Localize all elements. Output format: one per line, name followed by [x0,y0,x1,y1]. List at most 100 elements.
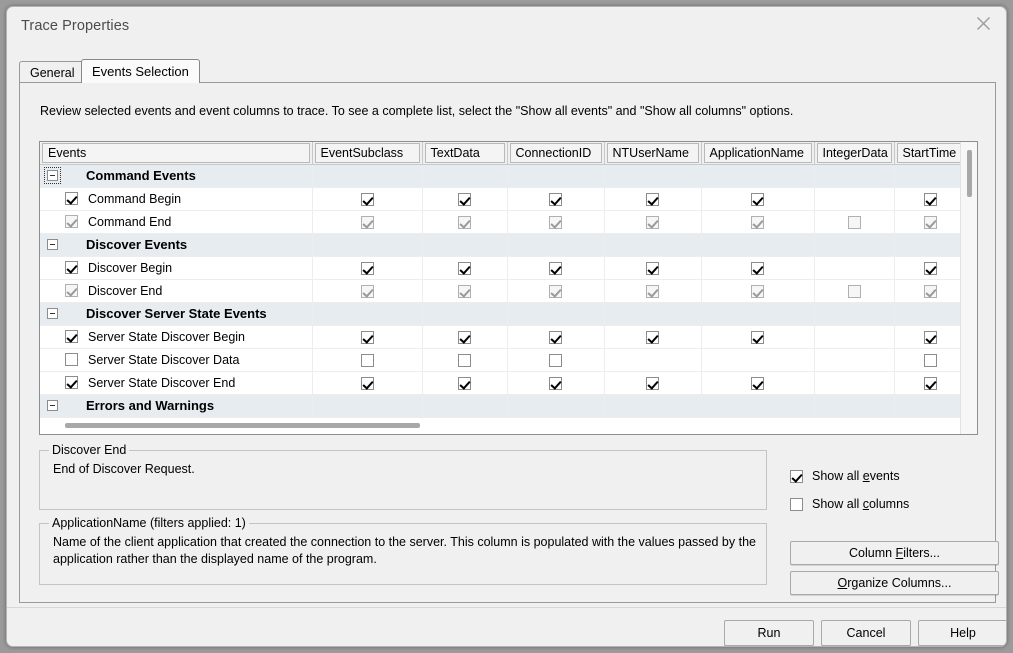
event-column-checkbox[interactable] [458,377,471,390]
event-column-checkbox[interactable] [751,285,764,298]
event-column-cell[interactable] [604,256,701,279]
grid-vertical-scroll-thumb[interactable] [967,150,972,197]
event-column-cell[interactable] [422,371,507,394]
event-name-cell[interactable]: Server State Discover End [40,371,312,394]
event-column-checkbox[interactable] [361,331,374,344]
event-row[interactable]: Discover End [40,279,978,302]
event-column-checkbox[interactable] [458,285,471,298]
event-row[interactable]: Server State Discover End [40,371,978,394]
event-column-checkbox[interactable] [549,331,562,344]
event-column-checkbox[interactable] [751,377,764,390]
event-column-cell[interactable] [422,279,507,302]
event-select-checkbox[interactable] [65,353,78,366]
event-column-checkbox[interactable] [924,354,937,367]
event-column-cell[interactable] [507,279,604,302]
col-header-starttime[interactable]: StartTime [894,142,966,164]
event-category-cell[interactable]: Discover Server State Events [40,302,312,325]
event-category-row[interactable]: Command Events [40,164,978,187]
event-column-checkbox[interactable] [924,331,937,344]
tab-events-selection[interactable]: Events Selection [81,59,200,83]
event-column-cell[interactable] [312,371,422,394]
event-column-checkbox[interactable] [924,377,937,390]
grid-vertical-scrollbar[interactable] [960,142,977,434]
event-category-row[interactable]: Discover Server State Events [40,302,978,325]
event-column-cell[interactable] [701,371,814,394]
event-column-cell[interactable] [507,256,604,279]
event-column-checkbox[interactable] [361,285,374,298]
event-column-cell[interactable] [894,187,966,210]
event-column-checkbox[interactable] [924,262,937,275]
col-header-eventsubclass[interactable]: EventSubclass [312,142,422,164]
grid-horizontal-scroll-thumb[interactable] [65,423,420,428]
event-column-cell[interactable] [312,279,422,302]
event-column-checkbox[interactable] [646,377,659,390]
event-column-checkbox[interactable] [361,262,374,275]
organize-columns-button[interactable]: Organize Columns... [790,571,999,595]
event-column-cell[interactable] [312,348,422,371]
event-select-checkbox[interactable] [65,215,78,228]
event-name-cell[interactable]: Server State Discover Begin [40,325,312,348]
event-column-checkbox[interactable] [549,193,562,206]
show-all-events-checkbox[interactable] [790,470,803,483]
event-column-checkbox[interactable] [458,193,471,206]
event-column-checkbox[interactable] [646,193,659,206]
event-column-checkbox[interactable] [646,216,659,229]
event-column-cell[interactable] [894,279,966,302]
event-select-checkbox[interactable] [65,376,78,389]
event-column-cell[interactable] [894,325,966,348]
event-row[interactable]: Command End [40,210,978,233]
event-column-cell[interactable] [422,210,507,233]
column-filters-button[interactable]: Column Filters... [790,541,999,565]
event-category-row[interactable]: Discover Events [40,233,978,256]
event-name-cell[interactable]: Discover End [40,279,312,302]
event-column-cell[interactable] [701,325,814,348]
event-column-cell[interactable] [814,210,894,233]
close-icon[interactable] [960,7,1006,39]
collapse-minus-icon[interactable] [47,400,58,411]
event-column-checkbox[interactable] [549,285,562,298]
event-column-cell[interactable] [894,371,966,394]
show-all-columns-checkbox[interactable] [790,498,803,511]
event-column-checkbox[interactable] [549,354,562,367]
collapse-minus-icon[interactable] [47,308,58,319]
event-column-cell[interactable] [507,325,604,348]
event-column-cell[interactable] [312,187,422,210]
event-column-cell[interactable] [894,256,966,279]
col-header-ntusername[interactable]: NTUserName [604,142,701,164]
event-column-checkbox[interactable] [646,331,659,344]
event-row[interactable]: Server State Discover Data [40,348,978,371]
event-name-cell[interactable]: Command End [40,210,312,233]
collapse-minus-icon[interactable] [47,170,58,181]
event-column-checkbox[interactable] [458,262,471,275]
event-column-cell[interactable] [507,187,604,210]
event-column-checkbox[interactable] [549,216,562,229]
show-all-columns-option[interactable]: Show all columns [790,497,909,511]
event-column-cell[interactable] [701,187,814,210]
event-column-cell[interactable] [604,279,701,302]
col-header-textdata[interactable]: TextData [422,142,507,164]
event-column-checkbox[interactable] [458,216,471,229]
grid-horizontal-scrollbar[interactable] [40,418,960,434]
col-header-events[interactable]: Events [40,142,312,164]
collapse-minus-icon[interactable] [47,239,58,250]
event-category-row[interactable]: Errors and Warnings [40,394,978,417]
cancel-button[interactable]: Cancel [821,620,911,646]
show-all-events-option[interactable]: Show all events [790,469,900,483]
event-column-cell[interactable] [312,325,422,348]
event-column-cell[interactable] [604,325,701,348]
event-column-checkbox[interactable] [549,377,562,390]
event-column-cell[interactable] [507,210,604,233]
run-button[interactable]: Run [724,620,814,646]
col-header-connectionid[interactable]: ConnectionID [507,142,604,164]
event-category-cell[interactable]: Discover Events [40,233,312,256]
event-column-checkbox[interactable] [848,285,861,298]
tab-general[interactable]: General [19,61,85,83]
event-column-checkbox[interactable] [646,285,659,298]
event-select-checkbox[interactable] [65,261,78,274]
event-column-checkbox[interactable] [361,354,374,367]
event-column-cell[interactable] [701,279,814,302]
help-button[interactable]: Help [918,620,1007,646]
col-header-integerdata[interactable]: IntegerData [814,142,894,164]
event-column-checkbox[interactable] [458,354,471,367]
event-column-checkbox[interactable] [361,216,374,229]
